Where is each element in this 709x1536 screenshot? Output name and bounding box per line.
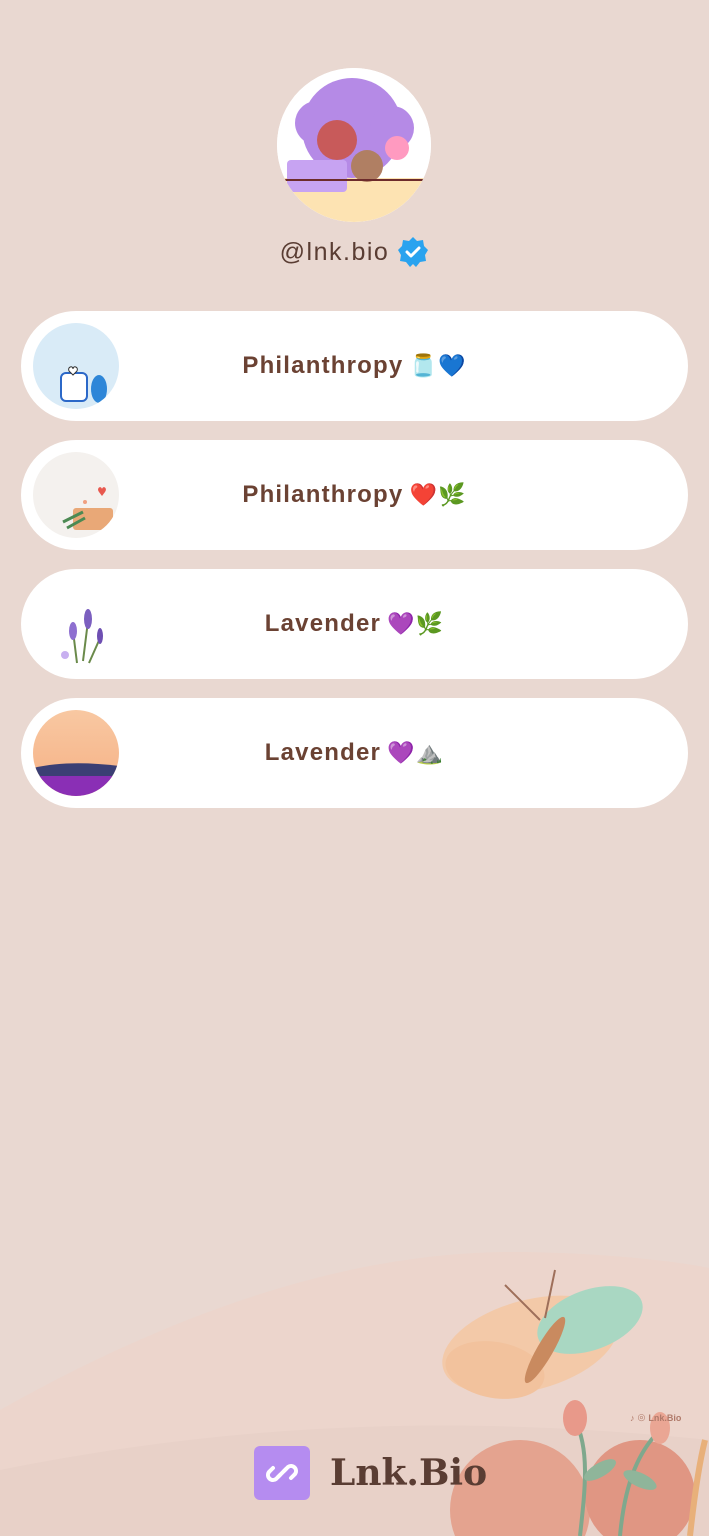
instagram-icon: ◎ <box>637 1412 646 1422</box>
chain-link-logo-icon <box>254 1446 310 1500</box>
verified-badge-icon <box>397 236 429 268</box>
lavender-field-thumbnail <box>33 710 119 796</box>
avatar-illustration <box>277 68 431 222</box>
link-emoji: ❤️🌿 <box>409 482 467 508</box>
moth-illustration <box>442 1269 643 1399</box>
tiktok-icon: ♪ <box>630 1412 635 1423</box>
jar-hearts-thumbnail <box>33 323 119 409</box>
link-label: Philanthropy <box>242 481 404 508</box>
link-emoji: 🫙💙 <box>409 353 467 379</box>
link-card-philanthropy-crate[interactable]: Philanthropy ❤️🌿 <box>21 440 688 550</box>
link-card-philanthropy-jar[interactable]: Philanthropy 🫙💙 <box>21 311 688 421</box>
brand-name: Lnk.Bio <box>330 1452 488 1494</box>
profile-handle: @lnk.bio <box>0 232 709 272</box>
link-emoji: 💜🌿 <box>387 611 445 637</box>
link-list: Philanthropy 🫙💙 Philanthropy ❤️🌿 Lavende… <box>21 311 688 827</box>
profile-avatar[interactable] <box>277 68 431 222</box>
link-card-lavender-sprig[interactable]: Lavender 💜🌿 <box>21 569 688 679</box>
social-credit: ♪ ◎ Lnk.Bio <box>630 1412 681 1423</box>
footer-brand-link[interactable]: Lnk.Bio <box>254 1446 487 1500</box>
crate-hearts-thumbnail <box>33 452 119 538</box>
link-label: Lavender <box>264 739 382 766</box>
credit-text: Lnk.Bio <box>648 1412 682 1423</box>
link-card-lavender-field[interactable]: Lavender 💜⛰️ <box>21 698 688 808</box>
link-emoji: 💜⛰️ <box>387 740 445 766</box>
link-label: Philanthropy <box>242 352 404 379</box>
lavender-sprig-thumbnail <box>33 581 119 667</box>
link-label: Lavender <box>264 610 382 637</box>
handle-text: @lnk.bio <box>279 237 390 266</box>
